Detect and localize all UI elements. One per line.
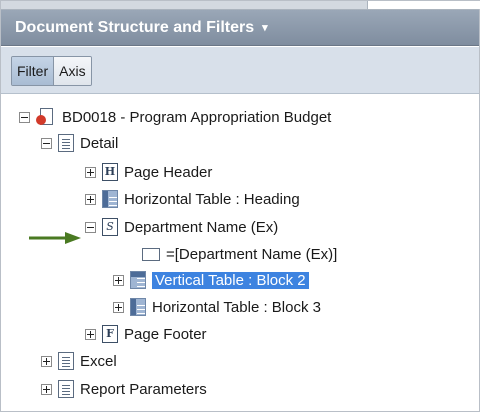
- tree-item-root[interactable]: BD0018 - Program Appropriation Budget: [19, 105, 331, 129]
- tree-item-label: Detail: [80, 134, 119, 152]
- tree-item-label: Horizontal Table : Heading: [124, 190, 300, 208]
- tree-item-detail[interactable]: Detail: [41, 131, 118, 155]
- tree-item-page-footer[interactable]: F Page Footer: [85, 322, 207, 346]
- expand-icon[interactable]: [41, 355, 52, 367]
- expand-icon[interactable]: [41, 383, 52, 395]
- tree-item-label: =[Department Name (Ex)]: [166, 245, 338, 263]
- cell-icon: [142, 247, 160, 261]
- tree-item-label: Page Footer: [124, 325, 207, 343]
- tree-item-report-parameters[interactable]: Report Parameters: [41, 377, 207, 401]
- collapse-icon[interactable]: [19, 111, 30, 123]
- tree-item-label: Excel: [80, 352, 117, 370]
- tree-item-vertical-block2[interactable]: Vertical Table : Block 2: [113, 268, 309, 292]
- document-icon: [58, 380, 74, 398]
- tree-item-label: Horizontal Table : Block 3: [152, 298, 321, 316]
- tree-item-horizontal-block3[interactable]: Horizontal Table : Block 3: [113, 295, 321, 319]
- tree-item-page-header[interactable]: H Page Header: [85, 160, 212, 184]
- expand-icon[interactable]: [85, 193, 96, 205]
- section-icon: S: [102, 218, 118, 236]
- horizontal-table-icon: [102, 190, 118, 208]
- collapse-icon[interactable]: [85, 221, 96, 233]
- vertical-table-icon: [130, 271, 146, 289]
- panel-title: Document Structure and Filters: [15, 18, 255, 36]
- pointer-arrow-icon: [29, 232, 81, 244]
- horizontal-table-icon: [130, 298, 146, 316]
- tree-item-label: Report Parameters: [80, 380, 207, 398]
- document-structure-panel: Document Structure and Filters ▾ Filter …: [0, 0, 480, 412]
- panel-header[interactable]: Document Structure and Filters ▾: [1, 10, 479, 46]
- document-icon: [58, 352, 74, 370]
- tree-item-label: Department Name (Ex): [124, 218, 279, 236]
- expand-icon[interactable]: [85, 166, 96, 178]
- expand-icon[interactable]: [113, 274, 124, 286]
- panel-toolbar: Filter Axis: [1, 47, 479, 94]
- expand-icon[interactable]: [85, 328, 96, 340]
- page-header-icon: H: [102, 163, 118, 181]
- tree-item-excel[interactable]: Excel: [41, 349, 117, 373]
- report-icon: [36, 108, 56, 126]
- view-toggle: Filter Axis: [11, 56, 92, 86]
- tree-item-label: Page Header: [124, 163, 213, 181]
- tree-item-department-cell[interactable]: =[Department Name (Ex)]: [136, 242, 337, 266]
- tree-item-department-section[interactable]: S Department Name (Ex): [85, 215, 278, 239]
- tree-item-horizontal-heading[interactable]: Horizontal Table : Heading: [85, 187, 300, 211]
- page-footer-icon: F: [102, 325, 118, 343]
- top-strip: [1, 1, 480, 10]
- filter-button[interactable]: Filter: [12, 57, 55, 85]
- axis-button[interactable]: Axis: [54, 57, 91, 85]
- chevron-down-icon[interactable]: ▾: [262, 21, 268, 34]
- tree-item-label: Vertical Table : Block 2: [152, 271, 309, 289]
- expand-icon[interactable]: [113, 301, 124, 313]
- tree-item-label: BD0018 - Program Appropriation Budget: [62, 108, 332, 126]
- collapse-icon[interactable]: [41, 137, 52, 149]
- document-icon: [58, 134, 74, 152]
- structure-tree: BD0018 - Program Appropriation Budget De…: [1, 93, 479, 411]
